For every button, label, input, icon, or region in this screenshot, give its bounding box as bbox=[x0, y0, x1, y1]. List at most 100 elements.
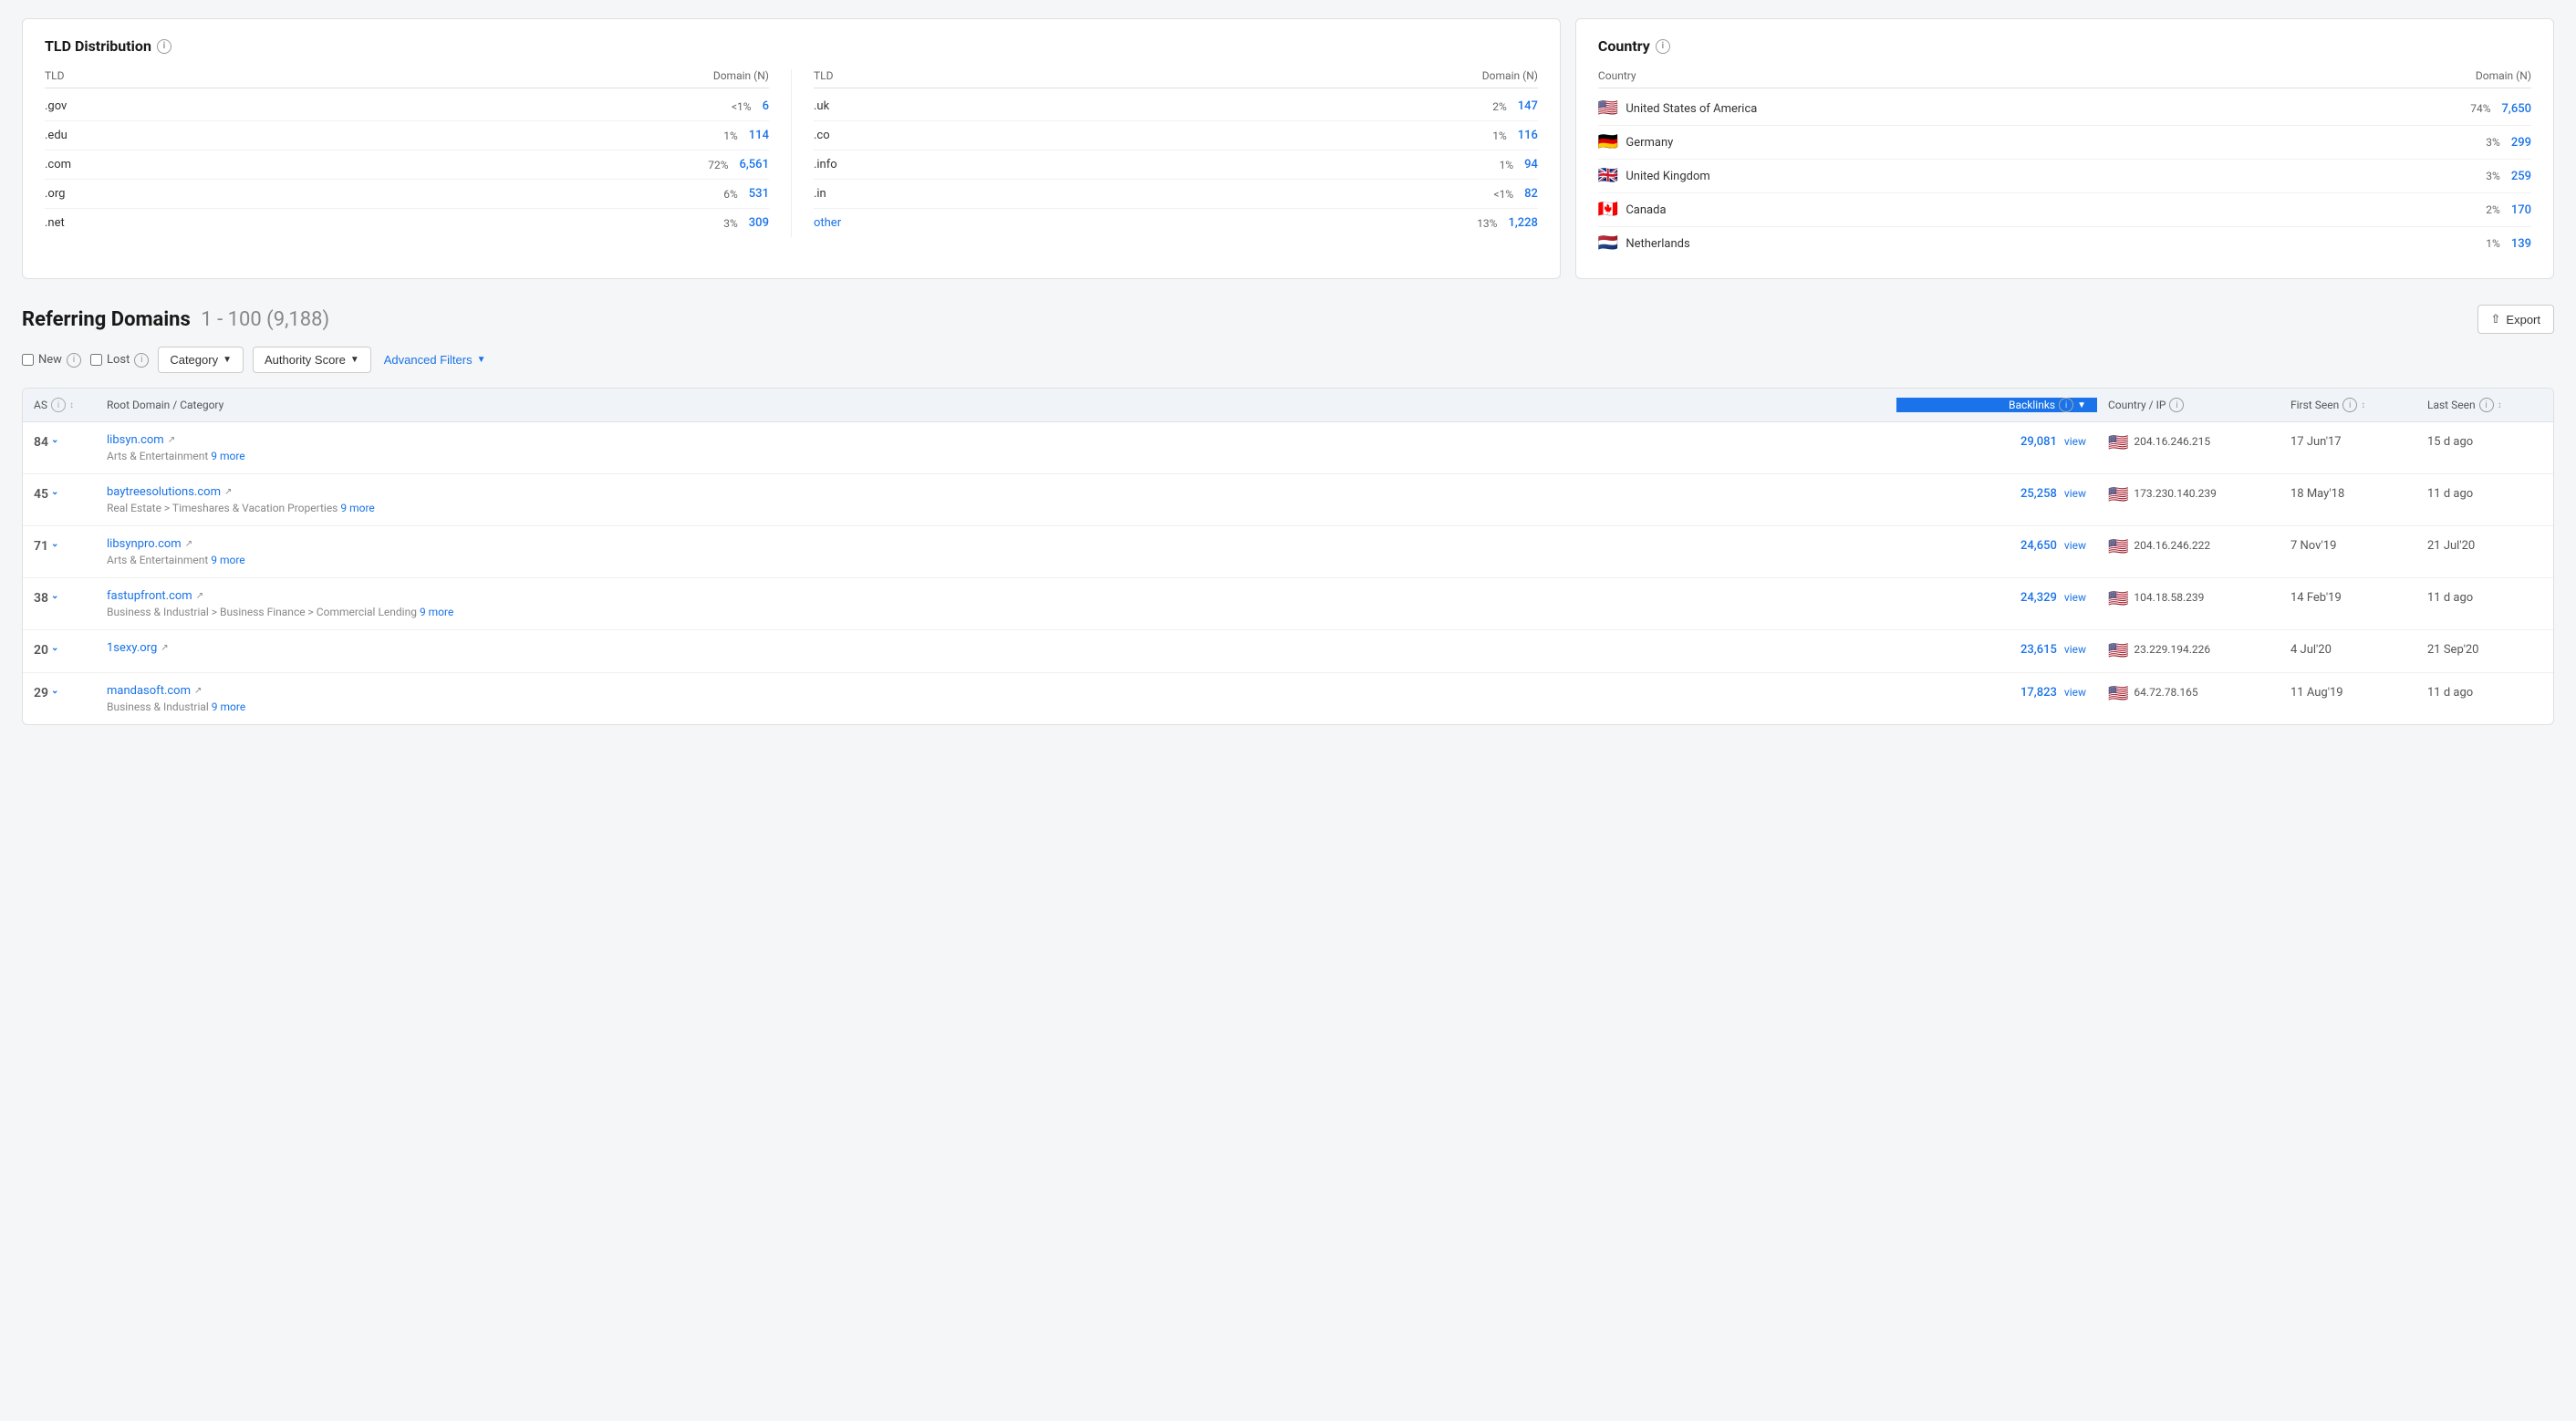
as-chevron-icon[interactable]: ⌄ bbox=[51, 686, 58, 696]
cell-last-seen: 21 Sep'20 bbox=[2416, 630, 2553, 672]
cell-country-ip: 🇺🇸 204.16.246.222 bbox=[2097, 526, 2280, 577]
backlinks-number[interactable]: 17,823 bbox=[2020, 686, 2057, 700]
col-last-seen-sort-icon[interactable]: ↕ bbox=[2498, 400, 2502, 410]
view-link[interactable]: view bbox=[2064, 591, 2086, 604]
col-last-seen-info-icon[interactable]: i bbox=[2479, 398, 2494, 412]
country-num[interactable]: 299 bbox=[2511, 136, 2531, 150]
view-link[interactable]: view bbox=[2064, 643, 2086, 656]
country-info-icon[interactable]: i bbox=[1656, 39, 1670, 54]
tld-num[interactable]: 94 bbox=[1524, 158, 1538, 171]
col-backlinks-info-icon[interactable]: i bbox=[2059, 398, 2073, 412]
country-flag: 🇳🇱 bbox=[1598, 235, 1618, 252]
tld-num[interactable]: 114 bbox=[749, 129, 769, 142]
table-body: 84 ⌄ libsyn.com ↗ Arts & Entertainment 9… bbox=[23, 422, 2553, 724]
tld-right-header: TLD Domain (N) bbox=[814, 69, 1538, 88]
category-filter-button[interactable]: Category ▼ bbox=[158, 347, 244, 373]
advanced-filters-button[interactable]: Advanced Filters ▼ bbox=[380, 347, 490, 372]
tld-num[interactable]: 1,228 bbox=[1508, 216, 1537, 230]
as-number: 71 bbox=[34, 539, 48, 554]
new-info-icon[interactable]: i bbox=[67, 353, 81, 368]
tld-pct: <1% bbox=[1494, 188, 1514, 201]
domain-link[interactable]: mandasoft.com ↗ bbox=[107, 684, 1885, 698]
tld-num[interactable]: 531 bbox=[749, 187, 769, 201]
cell-country-ip: 🇺🇸 104.18.58.239 bbox=[2097, 578, 2280, 629]
col-as-info-icon[interactable]: i bbox=[51, 398, 66, 412]
domain-category: Arts & Entertainment 9 more bbox=[107, 450, 1885, 462]
tld-num[interactable]: 6,561 bbox=[740, 158, 769, 171]
backlinks-number[interactable]: 24,329 bbox=[2020, 591, 2057, 605]
as-chevron-icon[interactable]: ⌄ bbox=[51, 643, 58, 653]
lost-checkbox[interactable] bbox=[90, 354, 102, 366]
col-first-seen-info-icon[interactable]: i bbox=[2342, 398, 2357, 412]
country-num[interactable]: 170 bbox=[2511, 203, 2531, 217]
more-link[interactable]: 9 more bbox=[420, 606, 453, 618]
domain-link[interactable]: baytreesolutions.com ↗ bbox=[107, 485, 1885, 499]
country-row: 🇺🇸 United States of America 74% 7,650 bbox=[1598, 92, 2531, 126]
tld-num[interactable]: 82 bbox=[1524, 187, 1538, 201]
table-row: 20 ⌄ 1sexy.org ↗ 23,615 view 🇺🇸 23.229.1… bbox=[23, 630, 2553, 673]
more-link[interactable]: 9 more bbox=[212, 700, 245, 713]
view-link[interactable]: view bbox=[2064, 435, 2086, 448]
backlinks-number[interactable]: 23,615 bbox=[2020, 643, 2057, 657]
cell-backlinks: 29,081 view bbox=[1896, 422, 2097, 473]
country-num[interactable]: 139 bbox=[2511, 237, 2531, 251]
lost-info-icon[interactable]: i bbox=[134, 353, 149, 368]
tld-vals: 6% 531 bbox=[723, 187, 769, 201]
domain-link[interactable]: libsynpro.com ↗ bbox=[107, 537, 1885, 551]
as-number: 84 bbox=[34, 435, 48, 450]
backlinks-number[interactable]: 25,258 bbox=[2020, 487, 2057, 501]
col-first-seen-sort-icon[interactable]: ↕ bbox=[2361, 400, 2365, 410]
more-link[interactable]: 9 more bbox=[211, 554, 244, 566]
col-as-sort-icon[interactable]: ↕ bbox=[69, 400, 74, 410]
country-num[interactable]: 7,650 bbox=[2502, 102, 2531, 116]
backlinks-number[interactable]: 24,650 bbox=[2020, 539, 2057, 553]
cell-backlinks: 23,615 view bbox=[1896, 630, 2097, 672]
domain-link[interactable]: 1sexy.org ↗ bbox=[107, 641, 1885, 655]
country-num[interactable]: 259 bbox=[2511, 170, 2531, 183]
new-checkbox[interactable] bbox=[22, 354, 34, 366]
tld-right-col: TLD Domain (N) .uk 2% 147 .co 1% 116 .in… bbox=[791, 69, 1538, 237]
tld-right-row: other 13% 1,228 bbox=[814, 209, 1538, 237]
export-button[interactable]: ⇧ Export bbox=[2477, 305, 2554, 334]
tld-vals: 13% 1,228 bbox=[1477, 216, 1538, 230]
tld-num[interactable]: 309 bbox=[749, 216, 769, 230]
cell-backlinks: 24,329 view bbox=[1896, 578, 2097, 629]
domain-link[interactable]: fastupfront.com ↗ bbox=[107, 589, 1885, 603]
backlinks-number[interactable]: 29,081 bbox=[2020, 435, 2057, 449]
as-chevron-icon[interactable]: ⌄ bbox=[51, 539, 58, 549]
authority-score-filter-button[interactable]: Authority Score ▼ bbox=[253, 347, 371, 373]
view-link[interactable]: view bbox=[2064, 539, 2086, 552]
col-country-label: Country / IP bbox=[2108, 399, 2166, 411]
view-link[interactable]: view bbox=[2064, 487, 2086, 500]
new-label-text: New bbox=[38, 353, 62, 367]
export-icon: ⇧ bbox=[2491, 312, 2501, 327]
new-filter-label[interactable]: New i bbox=[22, 353, 81, 368]
domain-link[interactable]: libsyn.com ↗ bbox=[107, 433, 1885, 447]
tld-right-col1-header: TLD bbox=[814, 69, 834, 82]
lost-filter-label[interactable]: Lost i bbox=[90, 353, 149, 368]
col-country-info-icon[interactable]: i bbox=[2169, 398, 2184, 412]
cell-last-seen: 11 d ago bbox=[2416, 474, 2553, 525]
domain-category: Business & Industrial > Business Finance… bbox=[107, 606, 1885, 618]
tld-info-icon[interactable]: i bbox=[157, 39, 171, 54]
more-link[interactable]: 9 more bbox=[340, 502, 374, 514]
tld-name[interactable]: other bbox=[814, 216, 841, 230]
country-left: 🇨🇦 Canada bbox=[1598, 202, 1667, 218]
tld-num[interactable]: 116 bbox=[1518, 129, 1538, 142]
view-link[interactable]: view bbox=[2064, 686, 2086, 699]
cell-first-seen: 4 Jul'20 bbox=[2280, 630, 2416, 672]
external-link-icon: ↗ bbox=[196, 591, 203, 601]
tld-num[interactable]: 147 bbox=[1518, 99, 1538, 113]
tld-name: .uk bbox=[814, 99, 829, 113]
tld-num[interactable]: 6 bbox=[763, 99, 769, 113]
cell-first-seen: 17 Jun'17 bbox=[2280, 422, 2416, 473]
more-link[interactable]: 9 more bbox=[211, 450, 244, 462]
col-backlinks-sort-icon[interactable]: ▼ bbox=[2077, 400, 2086, 410]
as-chevron-icon[interactable]: ⌄ bbox=[51, 435, 58, 445]
country-pct: 1% bbox=[2486, 237, 2500, 250]
as-chevron-icon[interactable]: ⌄ bbox=[51, 591, 58, 601]
as-chevron-icon[interactable]: ⌄ bbox=[51, 487, 58, 497]
col-as-label: AS bbox=[34, 399, 47, 411]
tld-pct: 3% bbox=[723, 217, 738, 230]
table-header-row: AS i ↕ Root Domain / Category Backlinks … bbox=[23, 389, 2553, 422]
